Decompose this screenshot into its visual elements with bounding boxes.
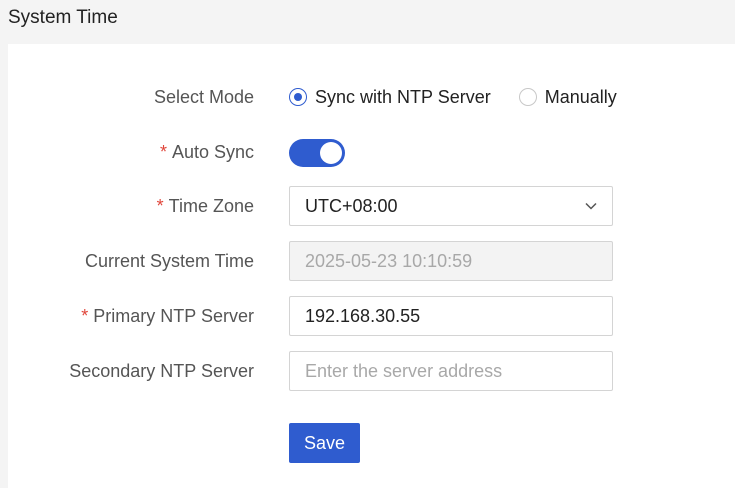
- auto-sync-label-text: Auto Sync: [171, 142, 254, 162]
- toggle-knob: [320, 142, 342, 164]
- current-time-control: 2025-05-23 10:10:59: [289, 241, 613, 281]
- current-time-field: 2025-05-23 10:10:59: [289, 241, 613, 281]
- primary-ntp-control: 192.168.30.55: [289, 296, 613, 336]
- secondary-ntp-row: Secondary NTP Server Enter the server ad…: [8, 351, 735, 391]
- chevron-down-icon: [585, 202, 597, 210]
- mode-radio-group: Sync with NTP Server Manually: [289, 77, 645, 117]
- select-mode-control: Sync with NTP Server Manually: [289, 77, 645, 117]
- primary-ntp-input[interactable]: 192.168.30.55: [289, 296, 613, 336]
- time-zone-value: UTC+08:00: [305, 196, 398, 216]
- time-zone-label-text: Time Zone: [168, 196, 254, 216]
- auto-sync-row: * Auto Sync: [8, 132, 735, 172]
- time-zone-label: * Time Zone: [157, 186, 254, 226]
- current-time-row: Current System Time 2025-05-23 10:10:59: [8, 241, 735, 281]
- current-time-value: 2025-05-23 10:10:59: [305, 251, 473, 271]
- radio-checked-icon[interactable]: [289, 88, 307, 106]
- radio-unchecked-icon[interactable]: [518, 88, 537, 106]
- required-mark: *: [159, 142, 167, 162]
- select-mode-label: Select Mode: [154, 77, 254, 117]
- save-row: Save: [8, 423, 735, 463]
- select-mode-row: Select Mode Sync with NTP Server Manuall…: [8, 77, 735, 117]
- required-mark: *: [81, 306, 89, 326]
- page-header: System Time: [0, 0, 735, 44]
- auto-sync-label: * Auto Sync: [160, 132, 254, 172]
- auto-sync-control: [289, 132, 345, 167]
- radio-manually-label: Manually: [544, 86, 617, 107]
- radio-sync-ntp[interactable]: Sync with NTP Server: [289, 87, 491, 108]
- time-zone-row: * Time Zone UTC+08:00: [8, 186, 735, 226]
- required-mark: *: [156, 196, 164, 216]
- secondary-ntp-control: Enter the server address: [289, 351, 613, 391]
- save-button[interactable]: Save: [289, 423, 360, 463]
- primary-ntp-label: * Primary NTP Server: [81, 296, 254, 336]
- current-time-label: Current System Time: [85, 241, 254, 281]
- radio-sync-ntp-label: Sync with NTP Server: [315, 86, 491, 107]
- time-zone-control: UTC+08:00: [289, 186, 613, 226]
- secondary-ntp-label-text: Secondary NTP Server: [69, 361, 254, 381]
- secondary-ntp-placeholder: Enter the server address: [305, 361, 503, 381]
- secondary-ntp-label: Secondary NTP Server: [69, 351, 254, 391]
- save-control: Save: [289, 423, 360, 463]
- page-title: System Time: [8, 7, 118, 28]
- time-zone-select[interactable]: UTC+08:00: [289, 186, 613, 226]
- primary-ntp-label-text: Primary NTP Server: [93, 306, 254, 326]
- secondary-ntp-input[interactable]: Enter the server address: [289, 351, 613, 391]
- select-mode-label-text: Select Mode: [153, 87, 254, 107]
- radio-manually[interactable]: Manually: [518, 86, 617, 108]
- primary-ntp-value: 192.168.30.55: [305, 306, 421, 326]
- primary-ntp-row: * Primary NTP Server 192.168.30.55: [8, 296, 735, 336]
- auto-sync-toggle[interactable]: [289, 139, 345, 167]
- settings-panel: Select Mode Sync with NTP Server Manuall…: [8, 44, 735, 488]
- current-time-label-text: Current System Time: [84, 251, 254, 271]
